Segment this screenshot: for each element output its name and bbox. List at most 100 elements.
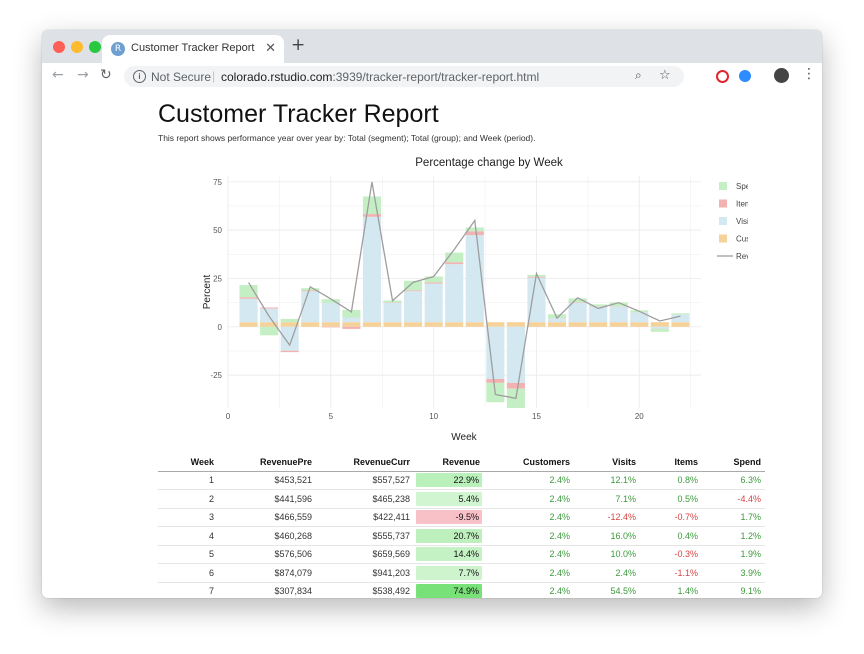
bar-spend [239,285,258,298]
legend-swatch-customers [719,234,727,243]
x-tick-label: 0 [226,412,231,421]
x-tick-label: 5 [329,412,334,421]
bookmark-star-icon[interactable]: ☆ [659,68,671,83]
new-tab-icon[interactable]: + [291,35,305,55]
column-header[interactable]: RevenueCurr [316,453,414,472]
revenue-cell: -9.5% [414,508,484,527]
cell-pre: $460,268 [218,526,316,546]
cell-spend: 6.3% [702,471,765,490]
maximize-window-button[interactable] [89,41,101,53]
url-separator: | [212,69,216,83]
reload-icon[interactable]: ↻ [100,67,112,83]
minimize-window-button[interactable] [71,41,83,53]
bar-visits [383,302,402,323]
revenue-value: 74.9% [416,584,482,598]
opera-extension-icon[interactable] [716,70,729,83]
security-label: Not Secure [151,70,212,84]
zoom-search-icon[interactable]: ⌕ [635,68,642,83]
cell-visits: 7.1% [574,489,640,509]
bar-spend [424,276,443,283]
close-tab-icon[interactable]: ✕ [265,41,276,56]
cell-spend: -4.4% [702,489,765,509]
column-header[interactable]: Revenue [414,453,484,472]
bar-customers [671,322,690,327]
info-icon[interactable]: i [133,70,146,83]
bar-items [404,290,423,292]
bar-items [568,302,587,303]
bar-visits [280,326,299,351]
cell-pre: $307,834 [218,582,316,598]
bar-items [424,282,443,284]
cell-items: 1.4% [640,582,702,598]
cell-week: 1 [158,471,218,490]
bar-spend [362,196,382,215]
cell-week: 7 [158,582,218,598]
cell-cust: 2.4% [484,545,574,564]
cell-spend: 1.9% [702,545,765,564]
bar-visits [404,291,423,323]
zoom-extension-icon[interactable] [739,70,751,82]
column-header[interactable]: RevenuePre [218,453,316,472]
address-bar[interactable]: i Not Secure | colorado.rstudio.com:3939… [124,66,684,87]
revenue-value: 22.9% [416,473,482,488]
revenue-value: 5.4% [416,491,482,506]
revenue-cell: 74.9% [414,582,484,598]
cell-spend: 1.2% [702,526,765,546]
bar-customers [527,322,546,327]
url-text: colorado.rstudio.com:3939/tracker-report… [221,70,540,84]
bar-customers [486,322,505,327]
table-row: 6 $874,079 $941,203 7.7% 2.4% 2.4% -1.1% 3.9% [158,563,765,583]
cell-cust: 2.4% [484,526,574,546]
cell-items: 0.8% [640,471,702,490]
revenue-cell: 7.7% [414,563,484,583]
column-header[interactable]: Visits [574,453,640,472]
bar-visits [362,216,382,323]
table-header-row: Week RevenuePre RevenueCurr Revenue Customer… [158,453,765,472]
cell-week: 5 [158,545,218,564]
bar-customers [547,322,567,327]
revenue-cell: 20.7% [414,526,484,546]
menu-icon[interactable]: ⋮ [802,66,816,82]
cell-spend: 3.9% [702,563,765,583]
chart-title: Percentage change by Week [415,157,563,169]
y-axis-label: Percent [202,275,213,310]
bar-customers [506,322,525,327]
cell-items: -0.3% [640,545,702,564]
cell-cust: 2.4% [484,489,574,509]
cell-pre: $453,521 [218,471,316,490]
browser-toolbar: ← → ↻ i Not Secure | colorado.rstudio.co… [42,63,822,91]
bar-customers [301,322,320,327]
bar-visits [568,302,587,323]
bar-customers [404,322,423,327]
forward-icon[interactable]: → [77,67,89,83]
bar-customers [650,322,669,327]
browser-tab[interactable]: R Customer Tracker Report ✕ [102,35,284,63]
cell-items: -0.7% [640,508,702,527]
bar-items [445,262,464,265]
cell-pre: $441,596 [218,489,316,509]
back-icon[interactable]: ← [52,67,64,83]
bar-spend [650,328,669,332]
revenue-value: 14.4% [416,547,482,562]
column-header[interactable]: Customers [484,453,574,472]
y-tick-label: 75 [213,178,222,187]
x-tick-label: 10 [429,412,438,421]
tab-title: Customer Tracker Report [131,42,255,54]
column-header[interactable]: Items [640,453,702,472]
bar-visits [506,326,525,383]
bar-customers [321,322,340,327]
revenue-cell: 22.9% [414,471,484,490]
bar-customers [465,322,484,327]
bar-customers [589,322,608,327]
column-header[interactable]: Week [158,453,218,472]
profile-avatar[interactable] [774,68,789,83]
legend-label: Items [736,200,748,209]
column-header[interactable]: Spend [702,453,765,472]
cell-pre: $576,506 [218,545,316,564]
tracker-table: Week RevenuePre RevenueCurr Revenue Customer… [158,453,765,598]
bar-visits [342,317,361,323]
table-row: 3 $466,559 $422,411 -9.5% 2.4% -12.4% -0.7% 1.7… [158,508,765,527]
close-window-button[interactable] [53,41,65,53]
cell-curr: $422,411 [316,508,414,527]
x-axis-label: Week [451,432,477,443]
